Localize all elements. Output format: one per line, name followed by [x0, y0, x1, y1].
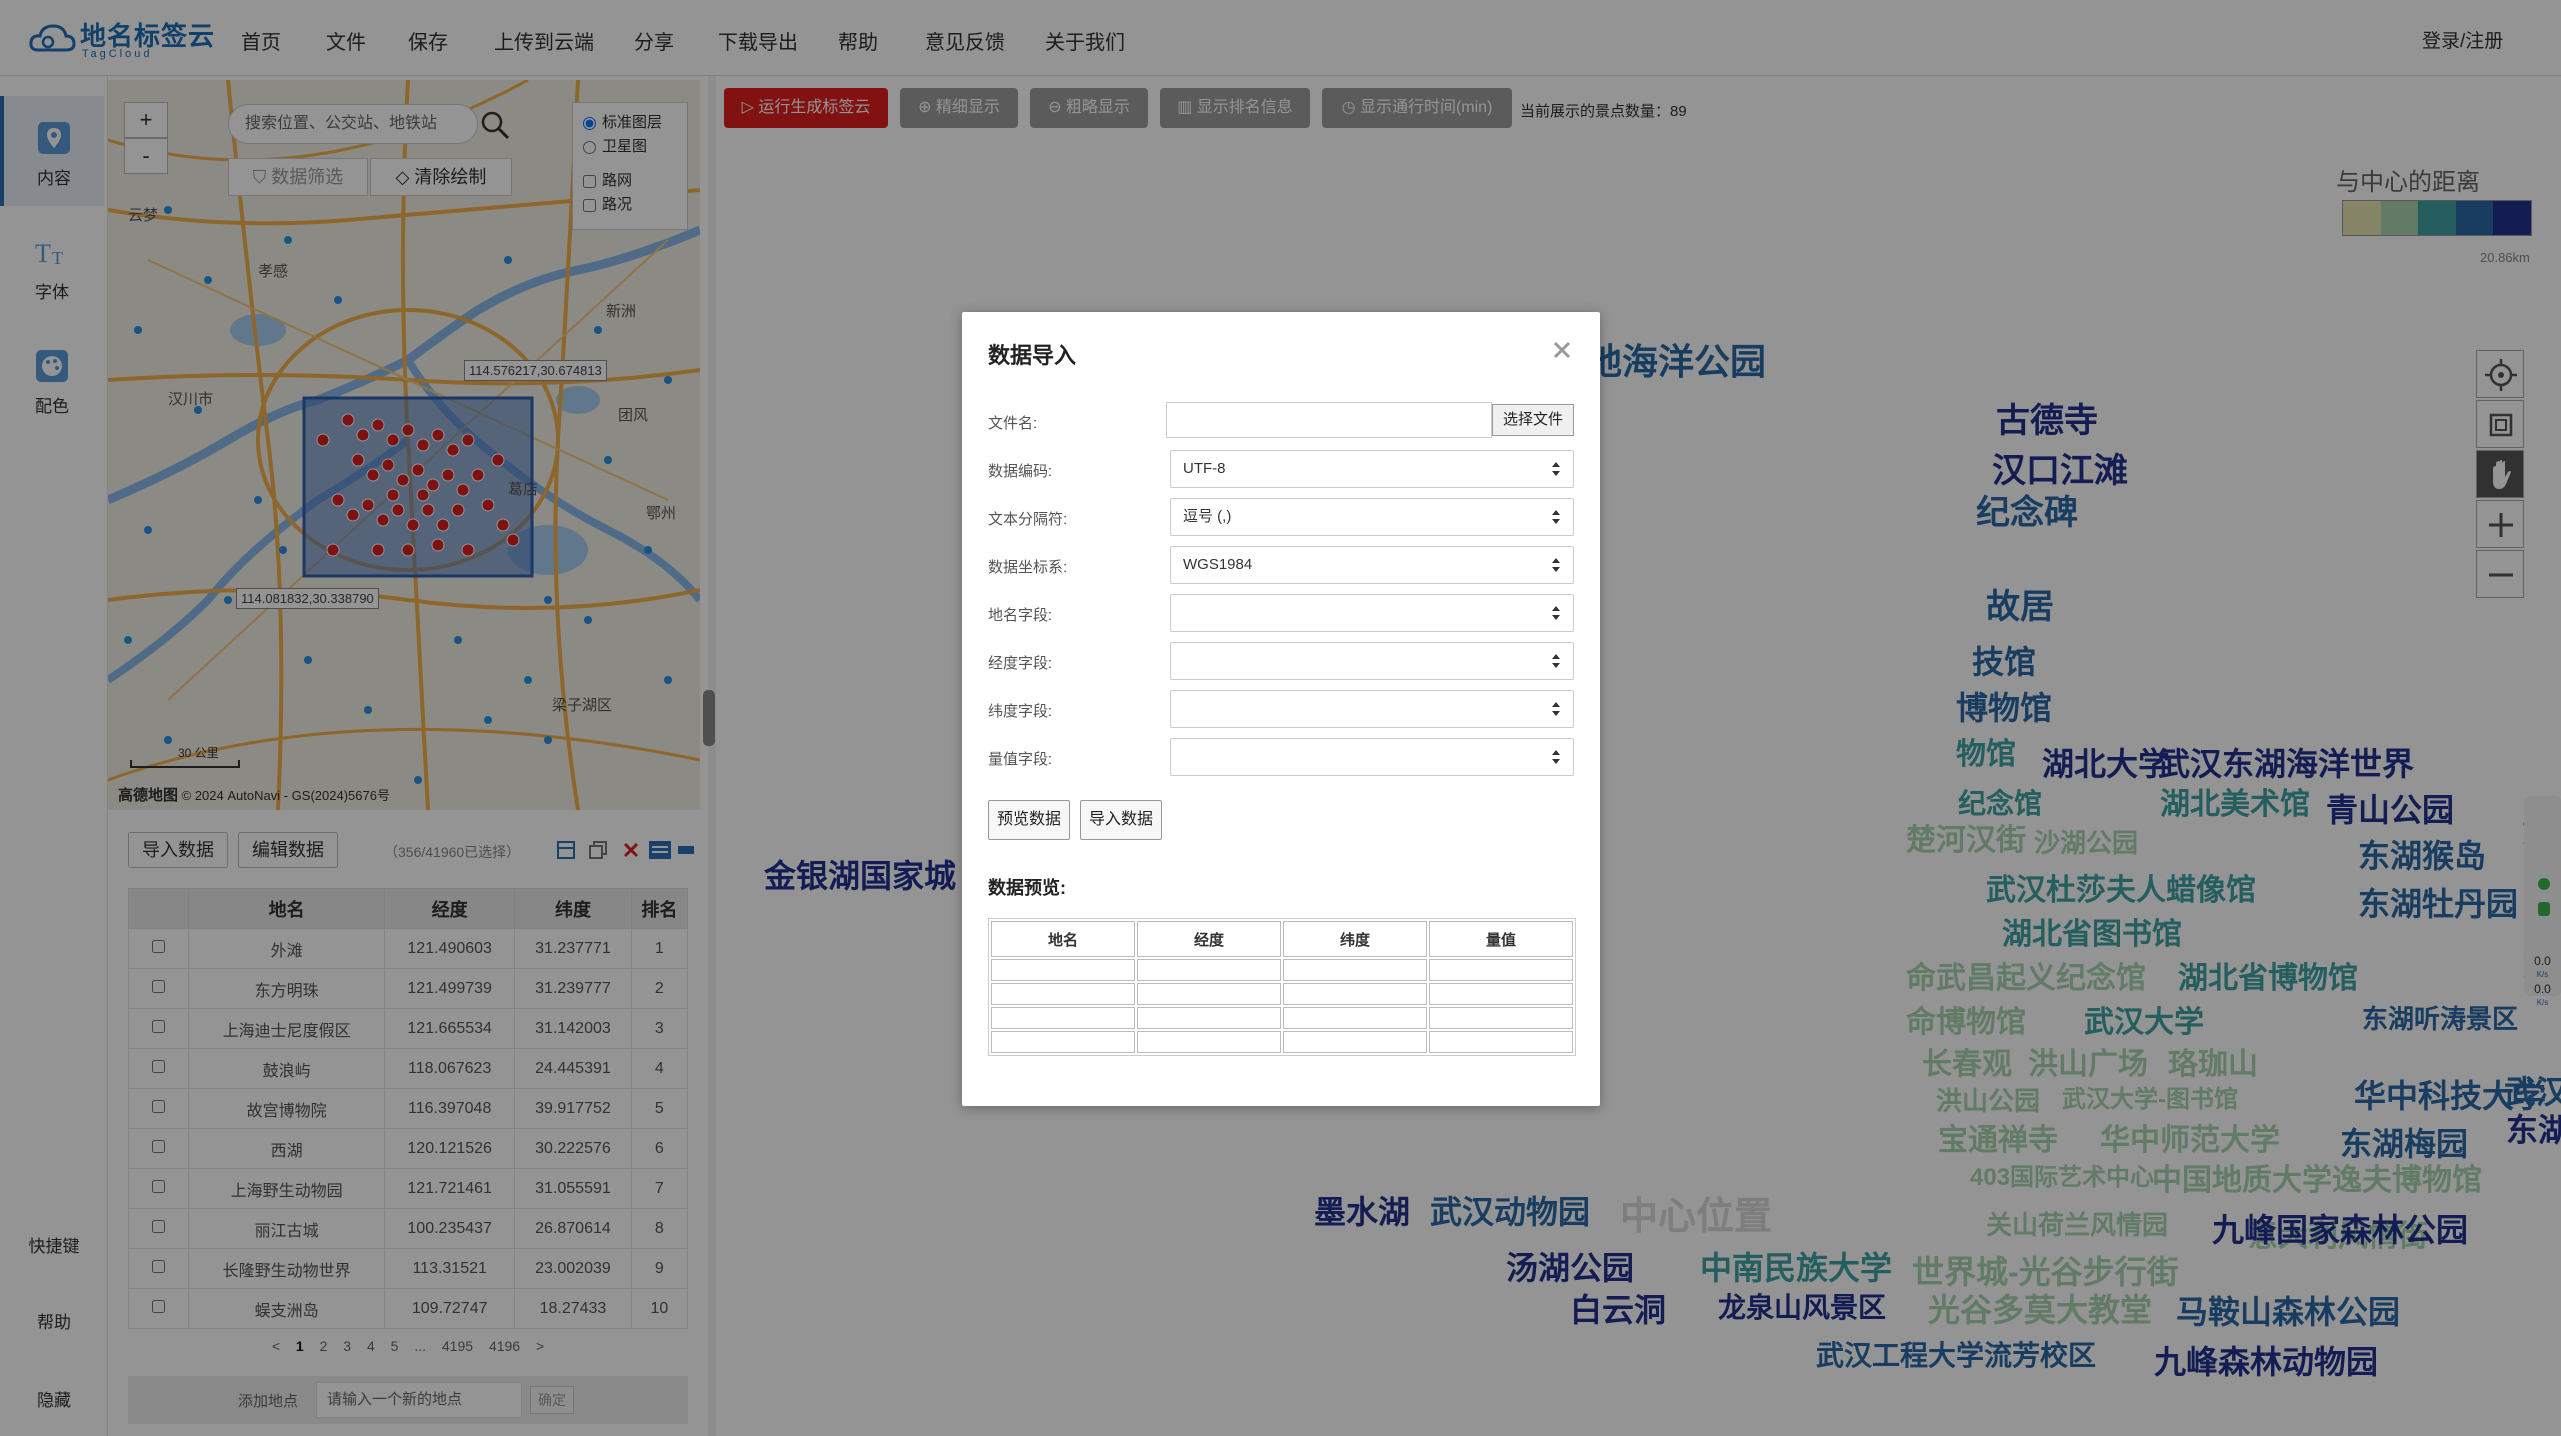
preview-row: [991, 1031, 1573, 1053]
close-icon[interactable]: [1548, 336, 1576, 364]
preview-data-button[interactable]: 预览数据: [988, 800, 1070, 840]
encoding-label: 数据编码:: [988, 463, 1053, 480]
preview-header-value: 量值: [1429, 921, 1573, 957]
select-caret-icon: [1552, 750, 1560, 764]
preview-table: 地名 经度 纬度 量值: [988, 918, 1576, 1056]
preview-title: 数据预览:: [988, 878, 1066, 898]
lat-field-select[interactable]: [1170, 690, 1574, 728]
data-import-dialog: 数据导入 文件名: 选择文件 数据编码: UTF-8 文本分隔符: 逗号 (,)…: [962, 312, 1600, 1106]
separator-label: 文本分隔符:: [988, 511, 1068, 528]
preview-row: [991, 959, 1573, 981]
name-field-label: 地名字段:: [988, 607, 1053, 624]
preview-row: [991, 1007, 1573, 1029]
select-caret-icon: [1552, 606, 1560, 620]
file-name-label: 文件名:: [988, 415, 1038, 432]
lng-field-label: 经度字段:: [988, 655, 1053, 672]
lat-field-label: 纬度字段:: [988, 703, 1053, 720]
import-data-confirm-button[interactable]: 导入数据: [1080, 800, 1162, 840]
file-name-input[interactable]: [1166, 402, 1492, 438]
choose-file-button[interactable]: 选择文件: [1492, 404, 1574, 436]
lng-field-select[interactable]: [1170, 642, 1574, 680]
preview-header-name: 地名: [991, 921, 1135, 957]
select-caret-icon: [1552, 558, 1560, 572]
preview-header-lat: 纬度: [1283, 921, 1427, 957]
name-field-select[interactable]: [1170, 594, 1574, 632]
select-caret-icon: [1552, 702, 1560, 716]
preview-row: [991, 983, 1573, 1005]
encoding-select[interactable]: UTF-8: [1170, 450, 1574, 488]
select-caret-icon: [1552, 510, 1560, 524]
crs-select[interactable]: WGS1984: [1170, 546, 1574, 584]
value-field-label: 量值字段:: [988, 751, 1053, 768]
crs-value: WGS1984: [1183, 556, 1253, 573]
separator-value: 逗号 (,): [1183, 508, 1232, 525]
preview-header-row: 地名 经度 纬度 量值: [991, 921, 1573, 957]
preview-header-lng: 经度: [1137, 921, 1281, 957]
value-field-select[interactable]: [1170, 738, 1574, 776]
dialog-title: 数据导入: [988, 343, 1077, 368]
select-caret-icon: [1552, 654, 1560, 668]
select-caret-icon: [1552, 462, 1560, 476]
crs-label: 数据坐标系:: [988, 559, 1068, 576]
separator-select[interactable]: 逗号 (,): [1170, 498, 1574, 536]
encoding-value: UTF-8: [1183, 460, 1226, 477]
